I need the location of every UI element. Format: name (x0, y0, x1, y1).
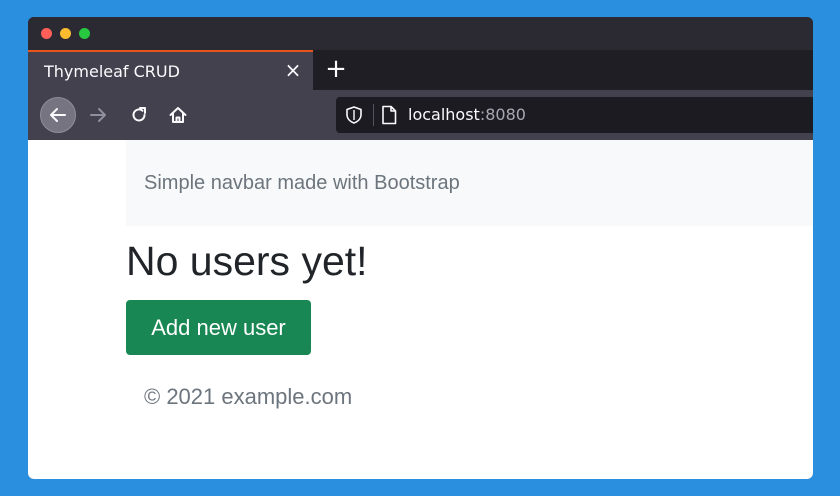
plus-icon[interactable]: + (322, 54, 350, 84)
browser-window: Thymeleaf CRUD × + localhost:8080 Simple… (28, 17, 813, 479)
window-titlebar (28, 17, 813, 50)
back-button[interactable] (40, 97, 76, 133)
tab-strip: Thymeleaf CRUD × + (28, 50, 813, 90)
bootstrap-navbar: Simple navbar made with Bootstrap (126, 140, 813, 226)
address-separator (373, 104, 374, 126)
shield-icon[interactable] (344, 105, 364, 125)
close-icon[interactable]: × (283, 58, 303, 82)
reload-button[interactable] (122, 98, 156, 132)
minimize-window-button[interactable] (60, 28, 71, 39)
add-user-button[interactable]: Add new user (126, 300, 311, 355)
forward-button[interactable] (81, 98, 115, 132)
url-host: localhost (408, 105, 480, 124)
page-title: No users yet! (126, 238, 368, 284)
reload-icon (132, 107, 146, 122)
address-bar[interactable]: localhost:8080 (336, 97, 813, 133)
url-port: :8080 (479, 105, 526, 124)
home-button[interactable] (161, 98, 195, 132)
page-icon[interactable] (380, 105, 398, 125)
page-content: Simple navbar made with Bootstrap No use… (28, 140, 813, 479)
browser-toolbar: localhost:8080 (28, 90, 813, 140)
tab-title: Thymeleaf CRUD (44, 62, 180, 81)
url-text[interactable]: localhost:8080 (408, 105, 526, 124)
footer-copyright: © 2021 example.com (144, 384, 353, 409)
navbar-brand[interactable]: Simple navbar made with Bootstrap (144, 172, 460, 195)
back-arrow-icon (50, 108, 66, 122)
tab-thymeleaf-crud[interactable]: Thymeleaf CRUD × (28, 50, 313, 90)
close-window-button[interactable] (41, 28, 52, 39)
home-icon (169, 107, 187, 123)
maximize-window-button[interactable] (79, 28, 90, 39)
forward-arrow-icon (90, 108, 106, 122)
